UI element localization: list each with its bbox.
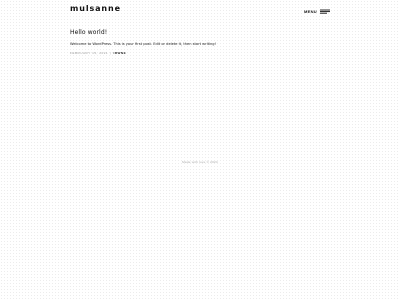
menu-toggle-button[interactable]: MENU bbox=[304, 6, 330, 16]
post: Hello world! Welcome to WordPress. This … bbox=[70, 29, 330, 55]
footer-credit: Made with love © 2024 bbox=[182, 160, 218, 164]
site-header: mulsanne MENU bbox=[0, 0, 400, 22]
post-content: Welcome to WordPress. This is your first… bbox=[70, 42, 216, 46]
post-author[interactable]: IRWNE bbox=[113, 51, 126, 55]
post-date[interactable]: FEBRUARY 15, 2021 bbox=[70, 51, 108, 55]
menu-lines-icon bbox=[319, 9, 330, 14]
main-content: Hello world! Welcome to WordPress. This … bbox=[70, 29, 330, 55]
site-footer: Made with love © 2024 bbox=[0, 150, 400, 168]
post-meta: FEBRUARY 15, 2021 | IRWNE bbox=[70, 51, 330, 55]
post-title[interactable]: Hello world! bbox=[70, 29, 330, 36]
site-title[interactable]: mulsanne bbox=[70, 4, 121, 13]
menu-label: MENU bbox=[304, 8, 317, 14]
post-meta-separator: | bbox=[110, 51, 112, 55]
